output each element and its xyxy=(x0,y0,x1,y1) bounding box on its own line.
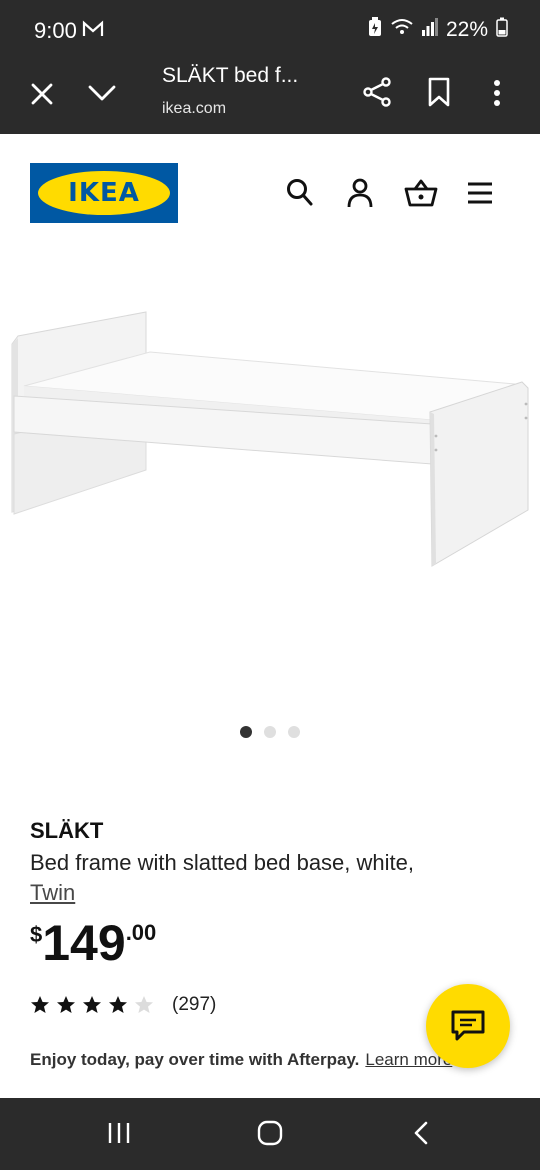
product-description-text: Bed frame with slatted bed base, white, xyxy=(30,850,414,875)
star-filled-icon xyxy=(109,996,127,1013)
price-currency: $ xyxy=(30,922,43,947)
system-nav-bar xyxy=(0,1098,540,1170)
afterpay-text: Enjoy today, pay over time with Afterpay… xyxy=(30,1050,360,1069)
product-size-link[interactable]: Twin xyxy=(30,880,75,905)
carousel-dot-3[interactable] xyxy=(288,726,300,738)
search-icon[interactable] xyxy=(286,178,314,213)
bookmark-icon[interactable] xyxy=(426,76,452,113)
carousel-dot-1[interactable] xyxy=(240,726,252,738)
cart-icon[interactable] xyxy=(404,178,438,213)
ikea-logo[interactable]: IKEA xyxy=(30,163,178,223)
logo-text: IKEA xyxy=(68,178,140,208)
bed-frame-image xyxy=(11,311,529,567)
menu-icon[interactable] xyxy=(466,178,494,213)
price-decimal: .00 xyxy=(125,920,157,945)
browser-toolbar: SLÄKT bed f... ikea.com xyxy=(0,56,540,134)
mail-icon xyxy=(82,20,104,43)
afterpay-banner: Enjoy today, pay over time with Afterpay… xyxy=(30,1050,452,1070)
product-image[interactable] xyxy=(0,254,540,684)
review-count: (297) xyxy=(172,994,217,1015)
carousel-dot-2[interactable] xyxy=(264,726,276,738)
battery-saver-icon xyxy=(368,17,382,43)
home-icon[interactable] xyxy=(256,1120,284,1151)
battery-icon xyxy=(496,17,508,43)
page-url[interactable]: ikea.com xyxy=(162,100,226,118)
recent-apps-icon[interactable] xyxy=(106,1120,132,1151)
status-bar: 9:00 22% xyxy=(0,0,540,56)
star-filled-icon xyxy=(31,996,49,1013)
product-description: Bed frame with slatted bed base, white, … xyxy=(30,848,510,908)
image-carousel-dots xyxy=(240,726,300,738)
status-time: 9:00 xyxy=(34,18,77,43)
rating-stars xyxy=(30,995,154,1015)
battery-percent: 22% xyxy=(445,18,488,41)
price-integer: 149 xyxy=(42,915,126,971)
account-icon[interactable] xyxy=(346,178,374,213)
page-title[interactable]: SLÄKT bed f... xyxy=(162,64,298,88)
chat-icon xyxy=(451,1010,485,1041)
wifi-icon xyxy=(390,17,414,43)
share-icon[interactable] xyxy=(362,76,394,113)
site-header: IKEA xyxy=(0,134,540,254)
product-rating[interactable]: (297) xyxy=(30,994,216,1016)
signal-icon xyxy=(421,18,438,42)
more-icon[interactable] xyxy=(492,78,502,113)
close-icon[interactable] xyxy=(28,80,56,113)
product-name: SLÄKT xyxy=(30,818,104,843)
star-filled-icon xyxy=(83,996,101,1013)
chat-button[interactable] xyxy=(426,984,510,1068)
back-icon[interactable] xyxy=(410,1120,432,1151)
star-empty-icon xyxy=(135,996,153,1013)
product-price: $ 149 .00 xyxy=(30,916,156,970)
chevron-down-icon[interactable] xyxy=(88,83,116,108)
star-filled-icon xyxy=(57,996,75,1013)
